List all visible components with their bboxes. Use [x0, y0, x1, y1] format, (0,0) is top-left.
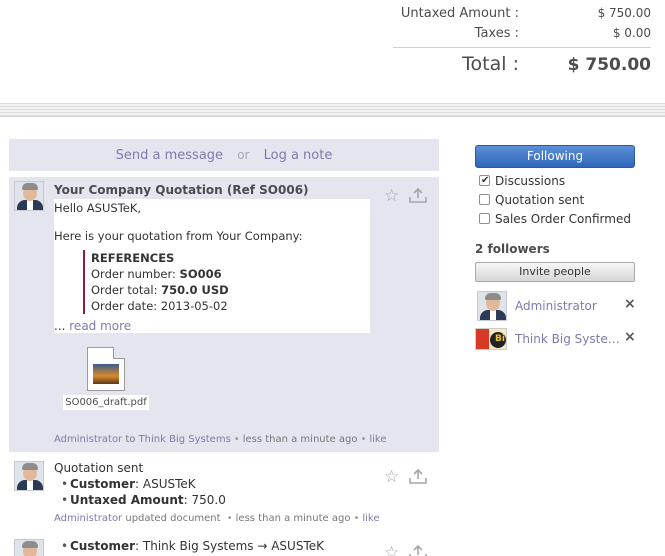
greeting: Hello ASUSTeK, — [54, 201, 142, 215]
change-customer: Customer: Think Big Systems → ASUSTeK — [54, 538, 324, 554]
reply-icon[interactable] — [408, 468, 428, 485]
message-footer: Administrator updated document • less tha… — [54, 513, 380, 524]
references-block: REFERENCES Order number: SO006 Order tot… — [83, 250, 370, 314]
total-label: Total : — [462, 53, 519, 75]
compose-bar: Send a message or Log a note — [9, 139, 439, 171]
untaxed-value: $ 750.00 — [597, 6, 651, 20]
order-total-line: Order total: 750.0 USD — [91, 283, 229, 297]
pdf-file-icon — [87, 347, 125, 391]
follower-avatar — [477, 291, 507, 321]
order-date-line: Order date: 2013-05-02 — [91, 299, 228, 313]
checkbox-checked[interactable] — [479, 173, 490, 189]
message-time: less than a minute ago — [235, 513, 351, 524]
intro-text: Here is your quotation from Your Company… — [54, 229, 303, 243]
untaxed-row: Untaxed Amount : $ 750.00 — [381, 6, 651, 26]
reply-icon[interactable] — [408, 187, 428, 204]
author-avatar[interactable] — [14, 181, 44, 211]
follower-think-big-systems: Bi Think Big Systems × — [475, 324, 640, 356]
star-icon[interactable]: ☆ — [384, 467, 399, 487]
log-note-link[interactable]: Log a note — [264, 148, 333, 163]
taxes-value: $ 0.00 — [612, 26, 651, 40]
like-link[interactable]: like — [362, 513, 379, 524]
star-icon[interactable]: ☆ — [384, 543, 399, 556]
follower-administrator: Administrator × — [475, 291, 640, 323]
following-button[interactable]: Following — [475, 145, 635, 168]
followers-count: 2 followers — [475, 242, 550, 256]
subtype-quotation-sent[interactable]: Quotation sent — [479, 192, 631, 211]
subtype-list: Discussions Quotation sent Sales Order C… — [479, 173, 631, 230]
company-logo: Bi — [475, 328, 507, 350]
author-link[interactable]: Administrator — [54, 434, 122, 445]
or-separator: or — [237, 148, 250, 162]
tracked-changes: Customer: ASUSTeK Untaxed Amount: 750.0 — [54, 476, 226, 508]
author-avatar[interactable] — [14, 539, 44, 556]
checkbox-unchecked[interactable] — [479, 213, 490, 224]
follower-name[interactable]: Think Big Systems — [515, 332, 625, 346]
order-number-line: Order number: SO006 — [91, 267, 222, 281]
message-time: less than a minute ago — [242, 434, 358, 445]
message-actions: ☆ — [384, 186, 430, 206]
attachment[interactable]: SO006_draft.pdf — [63, 347, 149, 410]
message-title: Quotation sent — [54, 461, 144, 475]
amount-totals: Untaxed Amount : $ 750.00 Taxes : $ 0.00… — [0, 0, 665, 100]
read-more-link[interactable]: read more — [69, 319, 131, 333]
send-message-link[interactable]: Send a message — [116, 148, 223, 163]
total-value: $ 750.00 — [567, 55, 651, 75]
total-row: Total : $ 750.00 — [381, 53, 651, 79]
message-actions: ☆ — [384, 543, 430, 556]
author-link[interactable]: Administrator — [54, 513, 122, 524]
checkbox-unchecked[interactable] — [479, 194, 490, 205]
invite-people-button[interactable]: Invite people — [475, 262, 635, 282]
message-customer-change: Customer: Think Big Systems → ASUSTeK ☆ — [9, 537, 439, 556]
message-actions: ☆ — [384, 467, 430, 487]
remove-follower-icon[interactable]: × — [624, 329, 636, 345]
read-more-row: ... read more — [54, 319, 132, 333]
sheet-separator — [0, 103, 665, 117]
subtype-sales-order-confirmed[interactable]: Sales Order Confirmed — [479, 211, 631, 230]
recipient-link[interactable]: Think Big Systems — [139, 434, 231, 445]
remove-follower-icon[interactable]: × — [624, 296, 636, 312]
change-customer: Customer: ASUSTeK — [54, 476, 226, 492]
message-title: Your Company Quotation (Ref SO006) — [54, 183, 309, 197]
references-heading: REFERENCES — [91, 251, 175, 265]
change-untaxed: Untaxed Amount: 750.0 — [54, 492, 226, 508]
untaxed-label: Untaxed Amount : — [400, 6, 519, 21]
reply-icon[interactable] — [408, 544, 428, 556]
like-link[interactable]: like — [369, 434, 386, 445]
taxes-row: Taxes : $ 0.00 — [381, 26, 651, 46]
attachment-name[interactable]: SO006_draft.pdf — [63, 395, 149, 410]
follower-name[interactable]: Administrator — [515, 299, 625, 313]
message-footer: Administrator to Think Big Systems • less … — [54, 434, 387, 445]
totals-divider — [393, 47, 651, 48]
message-quotation-email: Your Company Quotation (Ref SO006) ☆ Hel… — [9, 177, 439, 452]
message-body: Hello ASUSTeK, Here is your quotation fr… — [54, 199, 370, 333]
message-quotation-sent: Quotation sent Customer: ASUSTeK Untaxed… — [9, 459, 439, 531]
tracked-changes: Customer: Think Big Systems → ASUSTeK — [54, 538, 324, 554]
taxes-label: Taxes : — [474, 26, 519, 41]
author-avatar[interactable] — [14, 461, 44, 491]
star-icon[interactable]: ☆ — [384, 186, 399, 206]
subtype-discussions[interactable]: Discussions — [479, 173, 631, 192]
